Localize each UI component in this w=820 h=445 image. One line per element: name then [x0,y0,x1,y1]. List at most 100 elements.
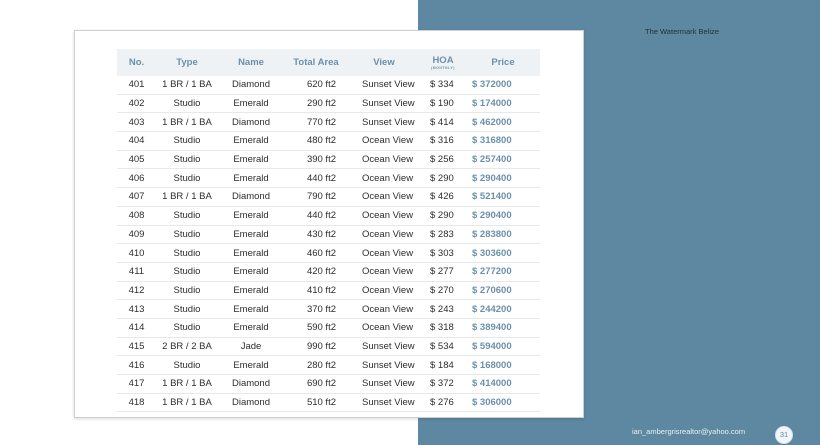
cell-type: Studio [156,243,218,263]
cell-name: Emerald [218,225,284,245]
cell-price: $ 270600 [466,281,540,301]
table-row: 402 Studio Emerald 290 ft2 Sunset View $ 190 $… [117,94,540,114]
cell-view: Ocean View [348,299,420,319]
cell-area: 440 ft2 [284,168,348,189]
cell-view: Sunset View [348,337,420,357]
table-row: 417 1 BR / 1 BA Diamond 690 ft2 Sunset View $… [117,374,540,394]
cell-no: 405 [117,150,156,170]
cell-area: 290 ft2 [284,94,348,114]
cell-hoa: $ 277 [420,262,466,282]
cell-hoa: $ 270 [420,281,466,301]
cell-view: Sunset View [348,393,420,413]
cell-price: $ 290400 [466,168,540,189]
cell-area: 770 ft2 [284,112,348,133]
cell-type: Studio [156,318,218,338]
cell-area: 390 ft2 [284,150,348,170]
cell-hoa: $ 316 [420,131,466,151]
cell-name: Jade [218,337,284,357]
table-row: 411 Studio Emerald 420 ft2 Ocean View $ 277 $ … [117,262,540,282]
cell-view: Ocean View [348,206,420,226]
cell-type: 1 BR / 1 BA [156,112,218,133]
cell-type: Studio [156,299,218,319]
cell-price: $ 257400 [466,150,540,170]
cell-price: $ 168000 [466,355,540,375]
cell-name: Emerald [218,168,284,189]
cell-no: 418 [117,393,156,413]
cell-price: $ 389400 [466,318,540,338]
cell-name: Emerald [218,206,284,226]
header-name: Name [238,57,264,68]
table-row: 406 Studio Emerald 440 ft2 Ocean View $ 290 $ … [117,168,540,189]
cell-view: Sunset View [348,374,420,394]
cell-type: Studio [156,281,218,301]
cell-name: Emerald [218,355,284,375]
cell-view: Sunset View [348,76,420,95]
cell-area: 460 ft2 [284,243,348,263]
cell-area: 790 ft2 [284,187,348,207]
cell-name: Emerald [218,131,284,151]
cell-hoa: $ 243 [420,299,466,319]
cell-type: Studio [156,355,218,375]
cell-view: Ocean View [348,281,420,301]
cell-name: Diamond [218,76,284,95]
cell-name: Emerald [218,281,284,301]
cell-area: 590 ft2 [284,318,348,338]
cell-area: 440 ft2 [284,206,348,226]
cell-no: 416 [117,355,156,375]
cell-no: 415 [117,337,156,357]
cell-area: 370 ft2 [284,299,348,319]
cell-name: Diamond [218,374,284,394]
header-hoa: HOA (MONTHLY) [420,49,466,76]
cell-hoa: $ 414 [420,112,466,133]
cell-type: Studio [156,168,218,189]
cell-view: Ocean View [348,168,420,189]
cell-type: 2 BR / 2 BA [156,337,218,357]
cell-view: Ocean View [348,225,420,245]
table-row: 418 1 BR / 1 BA Diamond 510 ft2 Sunset View $… [117,393,540,413]
cell-area: 510 ft2 [284,393,348,413]
table-row: 408 Studio Emerald 440 ft2 Ocean View $ 290 $ … [117,206,540,226]
cell-view: Ocean View [348,243,420,263]
cell-no: 412 [117,281,156,301]
cell-price: $ 277200 [466,262,540,282]
cell-area: 280 ft2 [284,355,348,375]
cell-type: Studio [156,131,218,151]
cell-no: 403 [117,112,156,133]
cell-name: Emerald [218,318,284,338]
contact-email[interactable]: ian_ambergrisrealtor@yahoo.com [632,427,745,436]
cell-price: $ 303600 [466,243,540,263]
cell-price: $ 244200 [466,299,540,319]
cell-name: Diamond [218,393,284,413]
cell-type: Studio [156,206,218,226]
cell-area: 690 ft2 [284,374,348,394]
cell-no: 406 [117,168,156,189]
header-type: Type [176,57,198,68]
table-row: 403 1 BR / 1 BA Diamond 770 ft2 Sunset View $… [117,112,540,133]
cell-type: Studio [156,150,218,170]
cell-name: Diamond [218,112,284,133]
table-row: 415 2 BR / 2 BA Jade 990 ft2 Sunset View $ 53… [117,337,540,357]
header-price: Price [491,57,515,68]
table-row: 413 Studio Emerald 370 ft2 Ocean View $ 243 $ … [117,299,540,319]
table-row: 416 Studio Emerald 280 ft2 Sunset View $ 184 $… [117,355,540,375]
cell-area: 420 ft2 [284,262,348,282]
cell-hoa: $ 426 [420,187,466,207]
table-row: 401 1 BR / 1 BA Diamond 620 ft2 Sunset View $… [117,76,540,95]
cell-no: 401 [117,76,156,95]
cell-hoa: $ 290 [420,206,466,226]
cell-area: 480 ft2 [284,131,348,151]
cell-hoa: $ 276 [420,393,466,413]
table-row: 405 Studio Emerald 390 ft2 Ocean View $ 256 $ … [117,150,540,170]
cell-no: 408 [117,206,156,226]
header-hoa-sub: (MONTHLY) [431,66,455,70]
cell-price: $ 372000 [466,76,540,95]
header-no: No. [128,57,145,68]
cell-hoa: $ 290 [420,168,466,189]
cell-hoa: $ 318 [420,318,466,338]
cell-type: 1 BR / 1 BA [156,393,218,413]
cell-no: 407 [117,187,156,207]
cell-type: 1 BR / 1 BA [156,76,218,95]
cell-name: Emerald [218,243,284,263]
cell-no: 411 [117,262,156,282]
cell-view: Sunset View [348,112,420,133]
